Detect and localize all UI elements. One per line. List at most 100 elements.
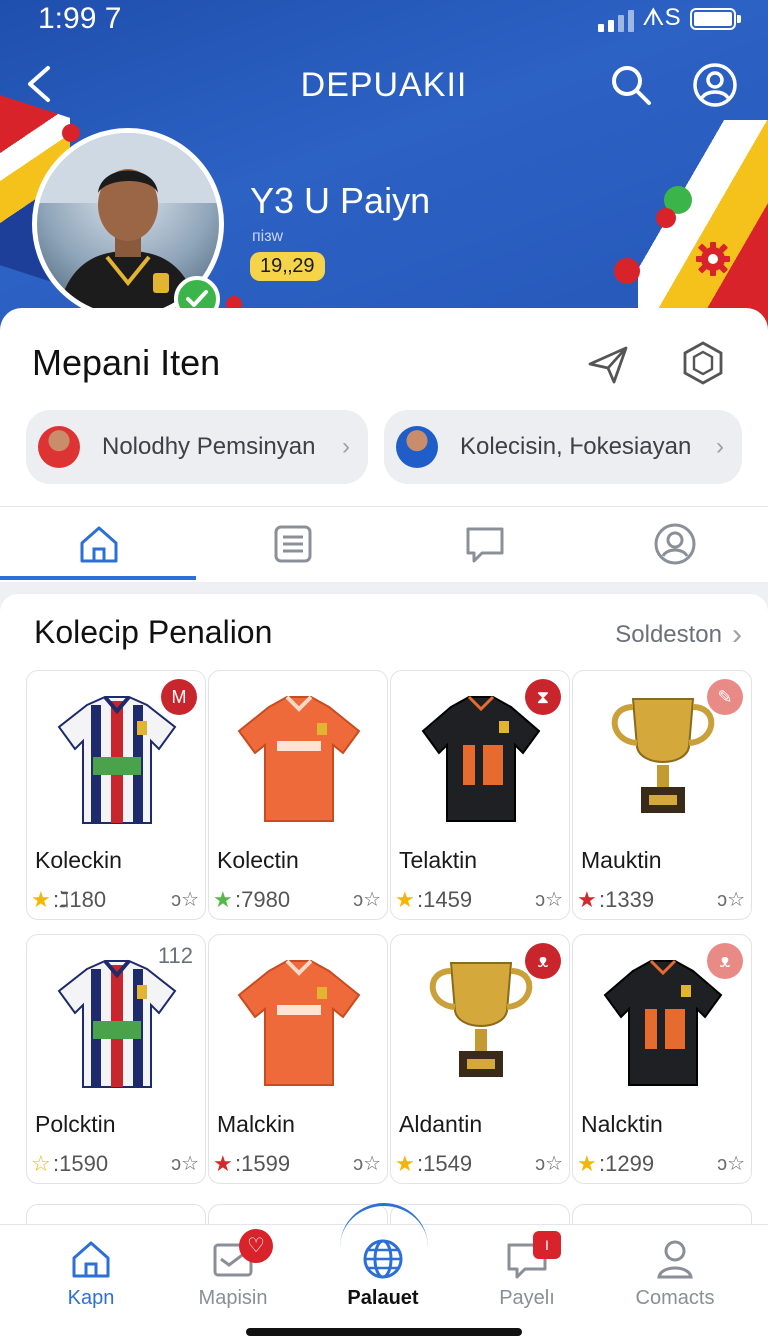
player-pill-2[interactable]: Kolecisin, Ⱶokesiayan › [384,410,742,484]
tab-home[interactable] [76,521,122,567]
star-icon: ★ [213,887,233,912]
player-pill-label: Kolecisin, Ⱶokesiayan [460,433,692,460]
hexagon-icon [683,341,723,385]
star-icon: ★ [395,887,415,912]
contacts-icon [653,1237,697,1281]
item-tag-badge[interactable]: M [161,679,197,715]
profile-points-badge: 19,‚29 [250,252,325,281]
profile-subtitle: ᴨiɜw [252,228,284,245]
collection-card[interactable]: M Koleckin ★:ℷ180 ɔ☆ [26,670,206,920]
jersey-icon [57,959,177,1088]
star-icon: ★ [577,1151,597,1176]
nav-globe[interactable]: Palauet [308,1233,458,1323]
nav-messages-label: Payelı [499,1287,555,1309]
item-name: Nalcktin [581,1111,663,1137]
confetti-dot [62,124,80,142]
nav-inbox[interactable]: ♡ Mapisin [158,1229,308,1323]
see-all-label: Soldeston [615,621,722,648]
nav-contacts[interactable]: Comacts [600,1233,750,1323]
player-avatar [396,426,438,468]
nav-messages[interactable]: I Payelı [452,1231,602,1323]
item-image [47,949,187,1099]
flag-decoration-right [638,120,768,330]
star-icon: ★ [31,887,51,912]
search-icon [612,66,651,105]
item-name: Koleckin [35,847,122,873]
chevron-right-icon: › [342,433,350,460]
collection-card[interactable]: ᴥ Nalcktin ★:1299 ɔ☆ [572,934,752,1184]
item-stat: :7980 [235,887,291,912]
item-stat: :1339 [599,887,655,912]
item-stat: :1299 [599,1151,655,1176]
user-icon [654,523,696,565]
item-tag-badge[interactable]: ᴥ [707,943,743,979]
favorite-icon[interactable]: ɔ☆ [171,887,199,912]
collection-card[interactable]: ᴥ Aldantin ★:1549 ɔ☆ [390,934,570,1184]
profile-header: 1:99 7 ᗑS DEPUAKII Y3 U Paiyn ᴨiɜw 19,‚2… [0,0,768,330]
favorite-icon[interactable]: ɔ☆ [171,1151,199,1176]
player-avatar [38,426,80,468]
chevron-right-icon: › [716,433,724,460]
search-button[interactable] [608,62,654,108]
inbox-icon: ♡ [211,1229,273,1281]
jersey-icon [237,959,361,1086]
item-name: Mauktin [581,847,662,873]
favorite-icon[interactable]: ɔ☆ [535,887,563,912]
battery-icon [690,8,741,30]
profile-name: Y3 U Paiyn [250,180,431,221]
item-tag-badge[interactable]: ✎ [707,679,743,715]
item-name: Malckin [217,1111,295,1137]
confetti-dot [656,208,676,228]
star-icon: ★ [213,1151,233,1176]
carrier-label: ᗑS [642,4,681,31]
nav-inbox-label: Mapisin [198,1287,268,1309]
account-button[interactable] [692,62,738,108]
collection-card[interactable]: Malckin ★:1599 ɔ☆ [208,934,388,1184]
collection-card[interactable]: ⧗ Telaktin ★:1459 ɔ☆ [390,670,570,920]
active-tab-indicator [0,576,196,580]
tab-profile[interactable] [652,521,698,567]
item-image [229,949,369,1099]
item-stat: :1590 [53,1151,109,1176]
star-icon: ★ [395,1151,415,1176]
favorite-icon[interactable]: ɔ☆ [353,887,381,912]
item-tag-badge[interactable]: ⧗ [525,679,561,715]
item-tag-badge[interactable]: ᴥ [525,943,561,979]
item-stat: :1599 [235,1151,291,1176]
list-icon [274,525,312,563]
collection-card[interactable]: Kolectin ★:7980 ɔ☆ [208,670,388,920]
tab-bar [0,506,768,582]
see-all-link[interactable]: Soldeston › [615,618,742,652]
tab-chat[interactable] [462,521,508,567]
star-icon: ★ [577,887,597,912]
tab-list[interactable] [270,521,316,567]
collection-title: Kolecip Penalion [34,614,273,650]
item-name: Telaktin [399,847,477,873]
item-stat: :ℷ180 [53,887,107,912]
favorite-icon[interactable]: ɔ☆ [717,887,745,912]
favorite-icon[interactable]: ɔ☆ [353,1151,381,1176]
star-icon: ☆ [31,1151,51,1176]
messages-badge: I [533,1231,561,1259]
share-button[interactable] [586,342,630,386]
collection-section: Kolecip Penalion Soldeston › M Koleckin ★:… [0,594,768,1244]
send-icon [588,346,628,384]
home-indicator [246,1328,522,1336]
item-count-badge: 112 [157,943,193,968]
collection-card[interactable]: 112 Polcktin ☆:1590 ɔ☆ [26,934,206,1184]
nav-home[interactable]: Kapn [16,1233,166,1323]
status-time: 1:99 7 [38,2,122,35]
message-icon: I [505,1231,561,1281]
favorite-icon[interactable]: ɔ☆ [535,1151,563,1176]
player-pill-1[interactable]: Nolodhy Pemsinyan › [26,410,368,484]
item-name: Aldantin [399,1111,483,1137]
gear-icon [696,242,730,276]
settings-button[interactable] [690,236,736,282]
hexagon-button[interactable] [680,340,726,386]
collection-card[interactable]: ✎ Mauktin ★:1339 ɔ☆ [572,670,752,920]
bottom-nav: Kapn ♡ Mapisin Palauet I Payelı Comacts [0,1203,768,1344]
chevron-right-icon: › [732,618,742,651]
jersey-icon [237,695,361,822]
user-circle-icon [693,63,737,107]
favorite-icon[interactable]: ɔ☆ [717,1151,745,1176]
